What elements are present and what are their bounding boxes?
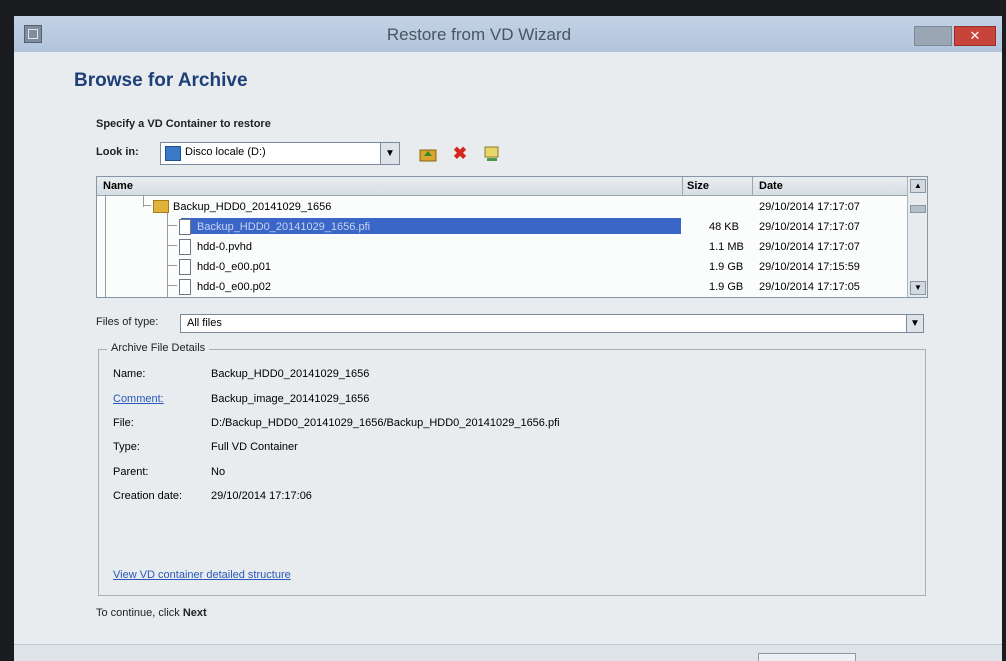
- detail-label: Type:: [113, 441, 140, 453]
- list-item[interactable]: hdd-0_e00.p01 1.9 GB 29/10/2014 17:15:59: [97, 257, 907, 277]
- file-name: Backup_HDD0_20141029_1656.pfi: [197, 221, 371, 233]
- detail-value: Backup_image_20141029_1656: [211, 393, 370, 405]
- close-button[interactable]: ✕: [954, 26, 996, 46]
- look-in-label: Look in:: [96, 146, 139, 158]
- look-in-value: Disco locale (D:): [185, 146, 266, 158]
- file-date: 29/10/2014 17:15:59: [759, 261, 860, 273]
- scroll-thumb[interactable]: [910, 205, 926, 213]
- file-size: 48 KB: [709, 221, 739, 233]
- vertical-scrollbar[interactable]: ▲ ▼: [907, 177, 927, 297]
- wizard-window: Restore from VD Wizard ✕ Browse for Arch…: [14, 16, 1002, 661]
- detail-value: No: [211, 466, 226, 478]
- comment-link[interactable]: Comment:: [113, 393, 164, 405]
- list-item-selected[interactable]: Backup_HDD0_20141029_1656.pfi 48 KB 29/1…: [97, 217, 907, 237]
- file-icon: [179, 239, 191, 255]
- list-item[interactable]: hdd-0.pvhd 1.1 MB 29/10/2014 17:17:07: [97, 237, 907, 257]
- detail-label: Creation date:: [113, 490, 183, 502]
- instruction-text: Specify a VD Container to restore: [96, 118, 271, 130]
- files-of-type-label: Files of type:: [96, 316, 159, 328]
- footer-prefix: To continue, click: [96, 607, 180, 619]
- file-icon: [179, 259, 191, 275]
- detail-value: Full VD Container: [211, 441, 298, 453]
- tree-connector: [167, 245, 177, 246]
- folder-icon: [153, 200, 169, 213]
- tree-connector: [167, 225, 177, 226]
- drive-icon: [165, 146, 181, 161]
- minimize-button[interactable]: [914, 26, 952, 46]
- file-name: hdd-0.pvhd: [197, 241, 253, 253]
- detail-value: D:/Backup_HDD0_20141029_1656/Backup_HDD0…: [211, 417, 560, 429]
- footer-next-word: Next: [182, 607, 207, 619]
- file-date: 29/10/2014 17:17:07: [759, 241, 860, 253]
- detail-value: Backup_HDD0_20141029_1656: [211, 368, 370, 380]
- list-header: Name Size Date: [97, 177, 907, 196]
- column-separator[interactable]: [752, 177, 753, 195]
- file-icon: [179, 279, 191, 295]
- look-in-dropdown[interactable]: Disco locale (D:) ▼: [160, 142, 400, 165]
- detail-value: 29/10/2014 17:17:06: [211, 490, 312, 502]
- list-item[interactable]: hdd-0_e00.p02 1.9 GB 29/10/2014 17:17:05: [97, 277, 907, 297]
- column-header-name[interactable]: Name: [103, 180, 133, 192]
- view-structure-link[interactable]: View VD container detailed structure: [113, 569, 291, 581]
- file-size: 1.1 MB: [709, 241, 744, 253]
- file-name: hdd-0_e00.p02: [197, 281, 272, 293]
- chevron-down-icon[interactable]: ▼: [906, 315, 923, 332]
- column-header-size[interactable]: Size: [687, 180, 709, 192]
- chevron-down-icon[interactable]: ▼: [380, 143, 399, 164]
- up-folder-icon[interactable]: [418, 144, 438, 164]
- detail-label: Parent:: [113, 466, 149, 478]
- files-of-type-value: All files: [187, 317, 222, 329]
- file-date: 29/10/2014 17:17:05: [759, 281, 860, 293]
- file-icon: [179, 219, 191, 235]
- detail-label: File:: [113, 417, 134, 429]
- tree-connector: [167, 285, 177, 286]
- next-button[interactable]: [758, 653, 856, 661]
- file-list[interactable]: Name Size Date Backup_HDD0_20141029_1656…: [96, 176, 928, 298]
- detail-label: Name:: [113, 368, 146, 380]
- scroll-up-button[interactable]: ▲: [910, 179, 926, 193]
- list-item[interactable]: Backup_HDD0_20141029_1656 29/10/2014 17:…: [97, 197, 907, 217]
- delete-icon[interactable]: ✖: [450, 144, 470, 164]
- file-name: hdd-0_e00.p01: [197, 261, 272, 273]
- archive-details-group: Archive File Details Name: Backup_HDD0_2…: [98, 342, 926, 596]
- properties-icon[interactable]: [482, 144, 502, 164]
- file-date: 29/10/2014 17:17:07: [759, 201, 860, 213]
- title-bar[interactable]: Restore from VD Wizard ✕: [14, 16, 1002, 52]
- tree-connector: [167, 265, 177, 266]
- file-name: Backup_HDD0_20141029_1656: [173, 201, 332, 213]
- file-date: 29/10/2014 17:17:07: [759, 221, 860, 233]
- footer-text: To continue, click Next: [96, 607, 207, 619]
- window-title: Restore from VD Wizard: [386, 25, 572, 44]
- page-title: Browse for Archive: [74, 70, 248, 91]
- file-size: 1.9 GB: [709, 261, 744, 273]
- column-separator[interactable]: [682, 177, 683, 195]
- files-of-type-dropdown[interactable]: All files ▼: [180, 314, 924, 333]
- details-legend: Archive File Details: [107, 342, 210, 354]
- column-header-date[interactable]: Date: [759, 180, 783, 192]
- tree-connector: [143, 205, 151, 206]
- file-size: 1.9 GB: [709, 281, 744, 293]
- scroll-down-button[interactable]: ▼: [910, 281, 926, 295]
